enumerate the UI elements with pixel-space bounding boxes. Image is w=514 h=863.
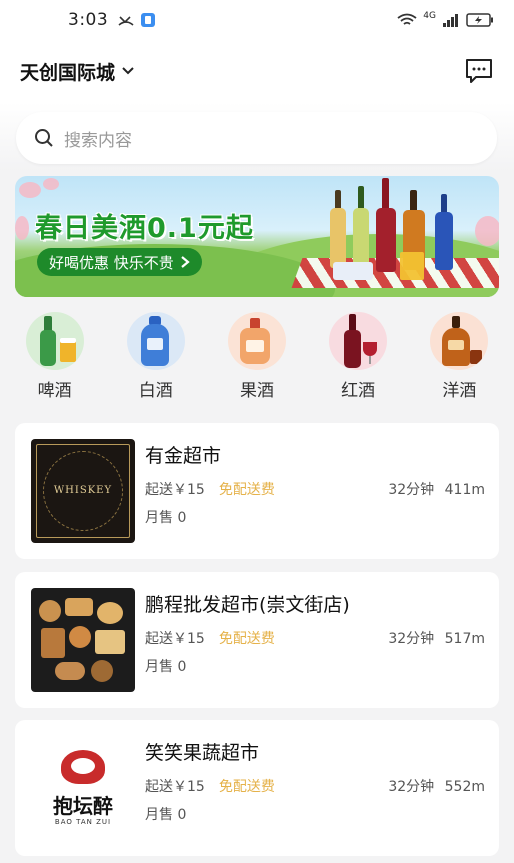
min-order: 起送￥15	[145, 482, 205, 498]
banner-subtitle-button[interactable]: 好喝优惠 快乐不贵	[37, 248, 202, 276]
shop-card[interactable]: WHISKEY 有金超市 起送￥15 免配送费 32分钟 411m 月售 0	[15, 423, 499, 559]
search-icon	[35, 129, 53, 147]
shop-thumbnail: WHISKEY	[31, 439, 135, 543]
distance: 411m	[444, 482, 485, 498]
missed-call-icon	[118, 16, 134, 26]
distance: 517m	[444, 631, 485, 647]
category-label: 果酒	[239, 381, 274, 401]
shop-name: 有金超市	[145, 445, 222, 467]
baijiu-icon	[126, 312, 185, 370]
header: 天创国际城	[0, 40, 514, 102]
category-label: 白酒	[138, 381, 173, 401]
signal-icon	[443, 14, 458, 27]
location-selector[interactable]: 天创国际城	[20, 58, 135, 85]
category-baijiu[interactable]: 白酒	[116, 312, 196, 410]
beer-icon	[25, 312, 84, 370]
chevron-down-icon	[122, 67, 134, 75]
app-notification-icon	[141, 13, 156, 27]
category-label: 红酒	[341, 381, 376, 401]
status-bar: 3:03 4G	[0, 0, 514, 40]
category-fruit-wine[interactable]: 果酒	[217, 312, 297, 410]
red-wine-icon	[329, 312, 388, 370]
delivery-time: 32分钟	[388, 482, 435, 498]
banner-title: 春日美酒0.1元起	[35, 213, 254, 244]
shop-name: 笑笑果蔬超市	[145, 742, 260, 764]
delivery-time: 32分钟	[388, 779, 435, 795]
banner-subtitle: 好喝优惠 快乐不贵	[49, 253, 174, 272]
monthly-sales: 月售 0	[145, 659, 187, 675]
promo-banner[interactable]: 春日美酒0.1元起 好喝优惠 快乐不贵	[15, 176, 499, 297]
chevron-right-icon	[181, 256, 190, 268]
fruit-wine-icon	[227, 312, 286, 370]
monthly-sales: 月售 0	[145, 510, 187, 526]
free-delivery-badge: 免配送费	[218, 631, 275, 647]
shop-name: 鹏程批发超市(崇文街店)	[145, 594, 350, 616]
shop-thumbnail: 抱坛醉 BAO TAN ZUI	[31, 736, 135, 840]
shop-logo-text: WHISKEY	[53, 485, 113, 496]
category-red-wine[interactable]: 红酒	[318, 312, 398, 410]
message-icon	[466, 59, 492, 83]
liquor-icon	[430, 312, 489, 370]
search-placeholder: 搜索内容	[64, 130, 132, 151]
free-delivery-badge: 免配送费	[218, 482, 275, 498]
shop-logo-text: 抱坛醉	[53, 794, 113, 818]
distance: 552m	[444, 779, 485, 795]
category-liquor[interactable]: 洋酒	[419, 312, 499, 410]
delivery-time: 32分钟	[388, 631, 435, 647]
min-order: 起送￥15	[145, 779, 205, 795]
shop-card[interactable]: 鹏程批发超市(崇文街店) 起送￥15 免配送费 32分钟 517m 月售 0	[15, 572, 499, 708]
category-row: 啤酒 白酒 果酒 红酒 洋酒	[0, 312, 514, 410]
location-name: 天创国际城	[20, 61, 116, 84]
category-label: 洋酒	[442, 381, 477, 401]
category-label: 啤酒	[37, 381, 72, 401]
network-type: 4G	[423, 11, 436, 21]
category-beer[interactable]: 啤酒	[15, 312, 95, 410]
shop-logo-subtext: BAO TAN ZUI	[54, 818, 112, 826]
wifi-icon	[397, 13, 417, 25]
status-time: 3:03	[68, 10, 109, 30]
monthly-sales: 月售 0	[145, 807, 187, 823]
shop-thumbnail	[31, 588, 135, 692]
battery-charging-icon	[466, 13, 493, 27]
free-delivery-badge: 免配送费	[218, 779, 275, 795]
min-order: 起送￥15	[145, 631, 205, 647]
shop-card[interactable]: 抱坛醉 BAO TAN ZUI 笑笑果蔬超市 起送￥15 免配送费 32分钟 5…	[15, 720, 499, 856]
search-bar[interactable]: 搜索内容	[16, 112, 497, 164]
message-button[interactable]	[464, 56, 494, 86]
